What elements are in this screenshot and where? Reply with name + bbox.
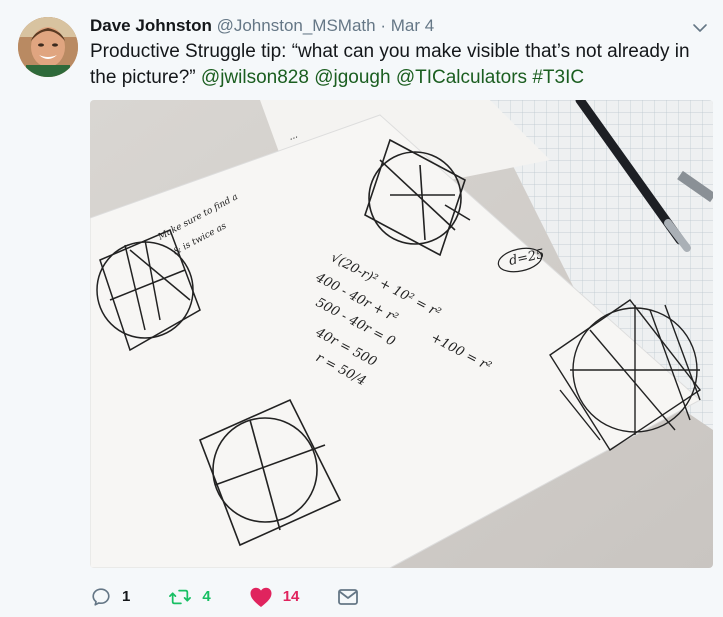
envelope-icon [337, 587, 359, 607]
hashtag-t3ic[interactable]: #T3IC [532, 67, 584, 88]
tweet-photo[interactable]: √(20-r)² + 10² = r² 400 - 40r + r² +100 … [90, 100, 713, 568]
action-bar: 1 4 14 [90, 585, 397, 609]
retweet-count: 4 [202, 588, 211, 605]
tweet-text: Productive Struggle tip: “what can you m… [90, 39, 705, 91]
photo-drawing: √(20-r)² + 10² = r² 400 - 40r + r² +100 … [90, 100, 713, 568]
retweet-icon [168, 586, 192, 608]
reply-count: 1 [122, 588, 131, 605]
author-handle[interactable]: @Johnston_MSMath [217, 16, 376, 35]
avatar[interactable] [18, 17, 78, 77]
tweet-date[interactable]: Mar 4 [391, 16, 434, 35]
mention-jwilson828[interactable]: @jwilson828 [201, 67, 309, 88]
direct-message-button[interactable] [337, 587, 359, 607]
tweet-card: Dave Johnston @Johnston_MSMath · Mar 4 P… [0, 0, 723, 617]
separator: · [375, 16, 391, 35]
author-name[interactable]: Dave Johnston [90, 16, 212, 35]
mention-ticalculators[interactable]: @TICalculators [396, 67, 527, 88]
heart-icon [249, 586, 273, 608]
chevron-down-icon[interactable] [689, 17, 711, 39]
reply-button[interactable]: 1 [90, 586, 130, 608]
tweet-header: Dave Johnston @Johnston_MSMath · Mar 4 [90, 15, 434, 37]
mention-jgough[interactable]: @jgough [314, 67, 390, 88]
retweet-button[interactable]: 4 [168, 586, 211, 608]
reply-icon [90, 586, 112, 608]
like-count: 14 [282, 588, 300, 605]
like-button[interactable]: 14 [249, 586, 300, 608]
